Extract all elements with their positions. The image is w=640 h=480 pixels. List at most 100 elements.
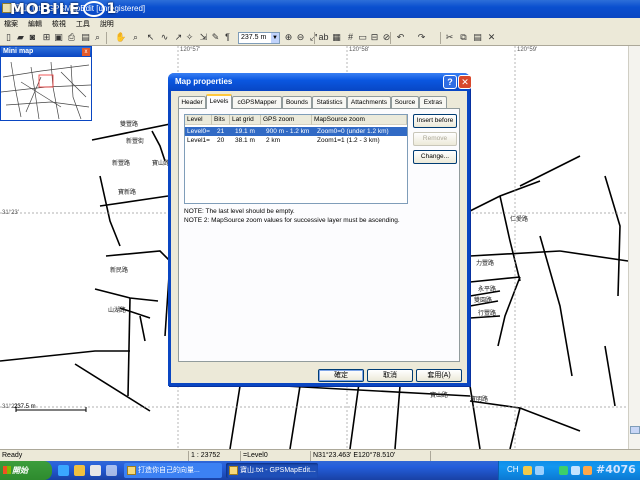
zoom-value: 237.5 m xyxy=(241,34,267,41)
street-label: 新豐路 xyxy=(112,161,131,167)
hand-icon[interactable]: ✋ xyxy=(115,32,126,43)
paste-icon[interactable]: ▤ xyxy=(472,32,483,43)
tab-attachments[interactable]: Attachments xyxy=(347,96,391,108)
menu-tools[interactable]: 工具 xyxy=(72,18,94,30)
close-button[interactable]: ✕ xyxy=(458,75,472,89)
taskbar-item[interactable]: 打造你自己的向量... xyxy=(124,463,222,478)
map-coord-top: 120°59' xyxy=(517,47,538,53)
minimap-panel[interactable]: Mini map x xyxy=(0,46,92,121)
gps-zoom-cell: 2 km xyxy=(266,137,281,144)
map-coord-left: 31°23' xyxy=(2,210,19,216)
remove-button[interactable]: Remove xyxy=(413,132,457,146)
edit-node-icon[interactable]: ↗ xyxy=(173,32,184,43)
bits-cell: 20 xyxy=(217,137,225,144)
toolbar-separator xyxy=(106,32,107,44)
menu-help[interactable]: 說明 xyxy=(96,18,118,30)
title-bar: 寶山.txt - GPSMapEdit [unregistered] MOBIL… xyxy=(0,0,640,18)
status-bar: Ready 1 : 23752 =Level0 N31°23.463' E120… xyxy=(0,449,640,461)
change-button[interactable]: Change... xyxy=(413,150,457,164)
help-button[interactable]: ? xyxy=(443,75,457,89)
insert-before-button[interactable]: Insert before xyxy=(413,114,457,128)
transform-icon[interactable]: ⇲ xyxy=(198,32,209,43)
vertical-scrollbar[interactable] xyxy=(628,46,640,449)
zoom-out-icon[interactable]: ⊖ xyxy=(295,32,306,43)
status-coordinates: N31°23.463' E120°78.510' xyxy=(310,451,430,461)
grid-icon[interactable]: # xyxy=(345,32,356,43)
street-label: 力豐路 xyxy=(476,261,495,267)
tab-levels[interactable]: Levels xyxy=(206,94,232,109)
properties-icon[interactable]: ▤ xyxy=(80,32,91,43)
label-icon[interactable]: ¶ xyxy=(222,32,233,43)
status-level: =Level0 xyxy=(240,451,310,461)
tab-statistics[interactable]: Statistics xyxy=(312,96,347,108)
column-header-mapsource-zoom[interactable]: MapSource zoom xyxy=(312,115,407,125)
help-icon[interactable] xyxy=(535,466,544,475)
select-icon[interactable]: ↖ xyxy=(145,32,156,43)
menu-edit[interactable]: 編輯 xyxy=(24,18,46,30)
menu-view[interactable]: 檢視 xyxy=(48,18,70,30)
zoom-in-icon[interactable]: ⊕ xyxy=(283,32,294,43)
copy-icon[interactable]: ⧉ xyxy=(458,32,469,43)
volume-icon[interactable] xyxy=(571,466,580,475)
column-header-lat-grid[interactable]: Lat grid xyxy=(230,115,261,125)
labels-toggle-icon[interactable]: ab xyxy=(318,32,329,43)
street-label: 行豐路 xyxy=(478,311,497,317)
level-row[interactable]: Level0= 21 19.1 m 900 m - 1.2 km Zoom0=0… xyxy=(185,127,407,136)
layers-icon[interactable]: ▦ xyxy=(331,32,342,43)
street-label: 雙園路 xyxy=(474,298,493,304)
scrollbar-thumb[interactable] xyxy=(630,426,640,434)
import-icon[interactable]: ⊞ xyxy=(41,32,52,43)
ime-icon[interactable] xyxy=(523,466,532,475)
rulers-icon[interactable]: ⊟ xyxy=(369,32,380,43)
media-icon[interactable] xyxy=(90,465,101,476)
network-icon[interactable] xyxy=(559,466,568,475)
tab-header[interactable]: Header xyxy=(178,96,206,108)
column-header-bits[interactable]: Bits xyxy=(212,115,230,125)
new-icon[interactable]: ▯ xyxy=(3,32,14,43)
print-icon[interactable]: ⎙ xyxy=(66,32,77,43)
polyline-icon[interactable]: ∿ xyxy=(159,32,170,43)
browser-icon[interactable] xyxy=(58,465,69,476)
chevron-down-icon[interactable]: ▼ xyxy=(271,33,279,43)
toolbar-separator xyxy=(390,32,391,44)
undo-icon[interactable]: ↶ xyxy=(395,32,406,43)
antivirus-icon[interactable] xyxy=(583,466,592,475)
close-icon[interactable]: x xyxy=(82,48,90,56)
level-cell: Level1= xyxy=(187,137,210,144)
show-desktop-icon[interactable] xyxy=(106,465,117,476)
find-icon[interactable]: ⌕ xyxy=(92,32,103,43)
print-preview-icon[interactable]: ▣ xyxy=(53,32,64,43)
status-ready: Ready xyxy=(2,452,23,459)
zoom-tool-icon[interactable]: ⌕ xyxy=(130,32,141,43)
cut-icon[interactable]: ✂ xyxy=(444,32,455,43)
taskbar-item-active[interactable]: 寶山.txt - GPSMapEdit... xyxy=(226,463,318,478)
tab-cgpsmapper[interactable]: cGPSMapper xyxy=(232,96,282,108)
save-icon[interactable]: ◙ xyxy=(27,32,38,43)
redo-icon[interactable]: ↷ xyxy=(416,32,427,43)
folder-icon[interactable] xyxy=(74,465,85,476)
column-header-level[interactable]: Level xyxy=(185,115,212,125)
apply-button[interactable]: 套用(A) xyxy=(416,369,462,382)
start-button[interactable]: 開始 xyxy=(0,461,52,480)
ok-button[interactable]: 確定 xyxy=(318,369,364,382)
tab-source[interactable]: Source xyxy=(391,96,419,108)
taskbar-item-label: 寶山.txt - GPSMapEdit... xyxy=(240,467,316,474)
toolbar-separator xyxy=(440,32,441,44)
open-icon[interactable]: ▰ xyxy=(15,32,26,43)
language-indicator[interactable]: CH xyxy=(507,465,519,474)
cancel-button[interactable]: 取消 xyxy=(367,369,413,382)
delete-icon[interactable]: ✕ xyxy=(486,32,497,43)
point-icon[interactable]: ✎ xyxy=(210,32,221,43)
column-header-gps-zoom[interactable]: GPS zoom xyxy=(261,115,312,125)
levels-list[interactable]: Level Bits Lat grid GPS zoom MapSource z… xyxy=(184,114,408,204)
tab-bounds[interactable]: Bounds xyxy=(282,96,312,108)
tab-extras[interactable]: Extras xyxy=(419,96,447,108)
menu-bar: 檔案 編輯 檢視 工具 說明 xyxy=(0,18,640,30)
zoom-combo[interactable]: 237.5 m ▼ xyxy=(238,32,280,44)
polygon-icon[interactable]: ✧ xyxy=(184,32,195,43)
rgn-icon[interactable]: ▭ xyxy=(357,32,368,43)
lat-grid-cell: 38.1 m xyxy=(235,137,255,144)
document-icon xyxy=(127,466,136,475)
level-row[interactable]: Level1= 20 38.1 m 2 km Zoom1=1 (1.2 - 3 … xyxy=(185,136,407,145)
menu-file[interactable]: 檔案 xyxy=(0,18,22,30)
